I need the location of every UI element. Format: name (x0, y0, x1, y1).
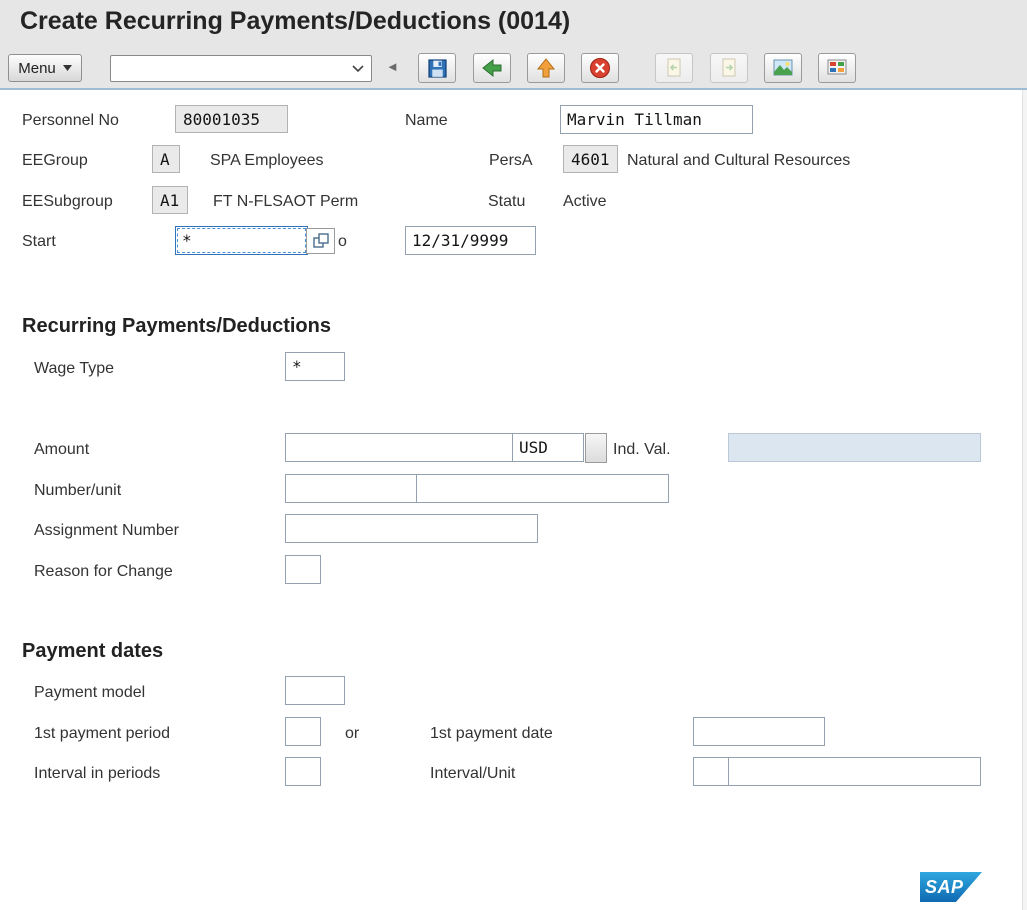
currency-matchcode-button[interactable] (585, 433, 607, 463)
name-label: Name (405, 112, 448, 130)
copy-icon (311, 231, 331, 251)
amount-label: Amount (34, 441, 89, 459)
first-payment-date-field[interactable] (693, 717, 825, 746)
first-payment-date-label: 1st payment date (430, 725, 553, 743)
status-label: Statu (488, 193, 525, 211)
wage-type-field[interactable] (285, 352, 345, 381)
number-unit-label: Number/unit (34, 482, 121, 500)
chevron-down-icon (352, 65, 364, 73)
ee-subgroup-label: EESubgroup (22, 193, 113, 211)
first-payment-period-field[interactable] (285, 717, 321, 746)
save-button[interactable] (418, 53, 456, 83)
vertical-scrollbar[interactable] (1022, 90, 1027, 910)
number-field[interactable] (285, 474, 417, 503)
or-label: or (345, 725, 359, 743)
command-field (110, 55, 372, 82)
ee-group-value: A (152, 145, 180, 173)
personnel-no-value: 80001035 (175, 105, 288, 133)
toolbar: Menu ◄ (0, 46, 1027, 90)
payment-model-field[interactable] (285, 676, 345, 705)
customize-layout-icon (825, 56, 849, 80)
start-date-label: Start (22, 233, 56, 251)
assignment-number-label: Assignment Number (34, 522, 179, 540)
ee-subgroup-value: A1 (152, 186, 188, 214)
ee-group-text: SPA Employees (210, 152, 324, 170)
chevron-down-icon (63, 65, 72, 71)
personnel-no-label: Personnel No (22, 112, 119, 130)
sap-logo-text: SAP (920, 877, 964, 898)
status-value: Active (563, 193, 607, 211)
back-button[interactable] (473, 53, 511, 83)
toolbar-collapse-arrow[interactable]: ◄ (386, 59, 399, 74)
amount-field[interactable] (285, 433, 513, 462)
pers-area-value: 4601 (563, 145, 618, 173)
page-back-button (655, 53, 693, 83)
page-back-icon (662, 56, 686, 80)
customize-layout-button[interactable] (818, 53, 856, 83)
exit-button[interactable] (527, 53, 565, 83)
services-button[interactable] (764, 53, 802, 83)
ind-val-label: Ind. Val. (613, 441, 671, 459)
cancel-button[interactable] (581, 53, 619, 83)
interval-field[interactable] (693, 757, 729, 786)
sap-logo: SAP (920, 872, 982, 902)
landscape-icon (771, 56, 795, 80)
reason-for-change-label: Reason for Change (34, 563, 173, 581)
pers-area-label: PersA (489, 152, 533, 170)
command-input[interactable] (114, 58, 342, 79)
back-arrow-icon (480, 56, 504, 80)
to-label: o (338, 233, 347, 251)
page-forward-button (710, 53, 748, 83)
cancel-icon (588, 56, 612, 80)
start-date-field[interactable] (175, 226, 308, 255)
interval-unit-label: Interval/Unit (430, 765, 515, 783)
payment-model-label: Payment model (34, 684, 145, 702)
title-bar: Create Recurring Payments/Deductions (00… (0, 0, 1027, 46)
name-field[interactable] (560, 105, 753, 134)
interval-unit-text-field[interactable] (728, 757, 981, 786)
unit-field[interactable] (416, 474, 669, 503)
menu-button-label: Menu (18, 60, 56, 77)
recurring-section-title: Recurring Payments/Deductions (22, 315, 331, 338)
ee-subgroup-text: FT N-FLSAOT Perm (213, 193, 358, 211)
pers-area-text: Natural and Cultural Resources (627, 152, 850, 170)
command-dropdown-button[interactable] (347, 58, 369, 79)
payment-section-title: Payment dates (22, 640, 163, 663)
end-date-field[interactable] (405, 226, 536, 255)
page-forward-icon (717, 56, 741, 80)
first-payment-period-label: 1st payment period (34, 725, 170, 743)
page-title: Create Recurring Payments/Deductions (00… (20, 7, 570, 36)
interval-in-periods-field[interactable] (285, 757, 321, 786)
wage-type-label: Wage Type (34, 360, 114, 378)
copy-default-period-button[interactable] (306, 228, 335, 254)
exit-arrow-icon (534, 56, 558, 80)
save-icon (426, 57, 449, 80)
ee-group-label: EEGroup (22, 152, 88, 170)
ind-val-field (728, 433, 981, 462)
reason-for-change-field[interactable] (285, 555, 321, 584)
assignment-number-field[interactable] (285, 514, 538, 543)
menu-button[interactable]: Menu (8, 54, 82, 82)
currency-field[interactable] (512, 433, 584, 462)
interval-in-periods-label: Interval in periods (34, 765, 160, 783)
